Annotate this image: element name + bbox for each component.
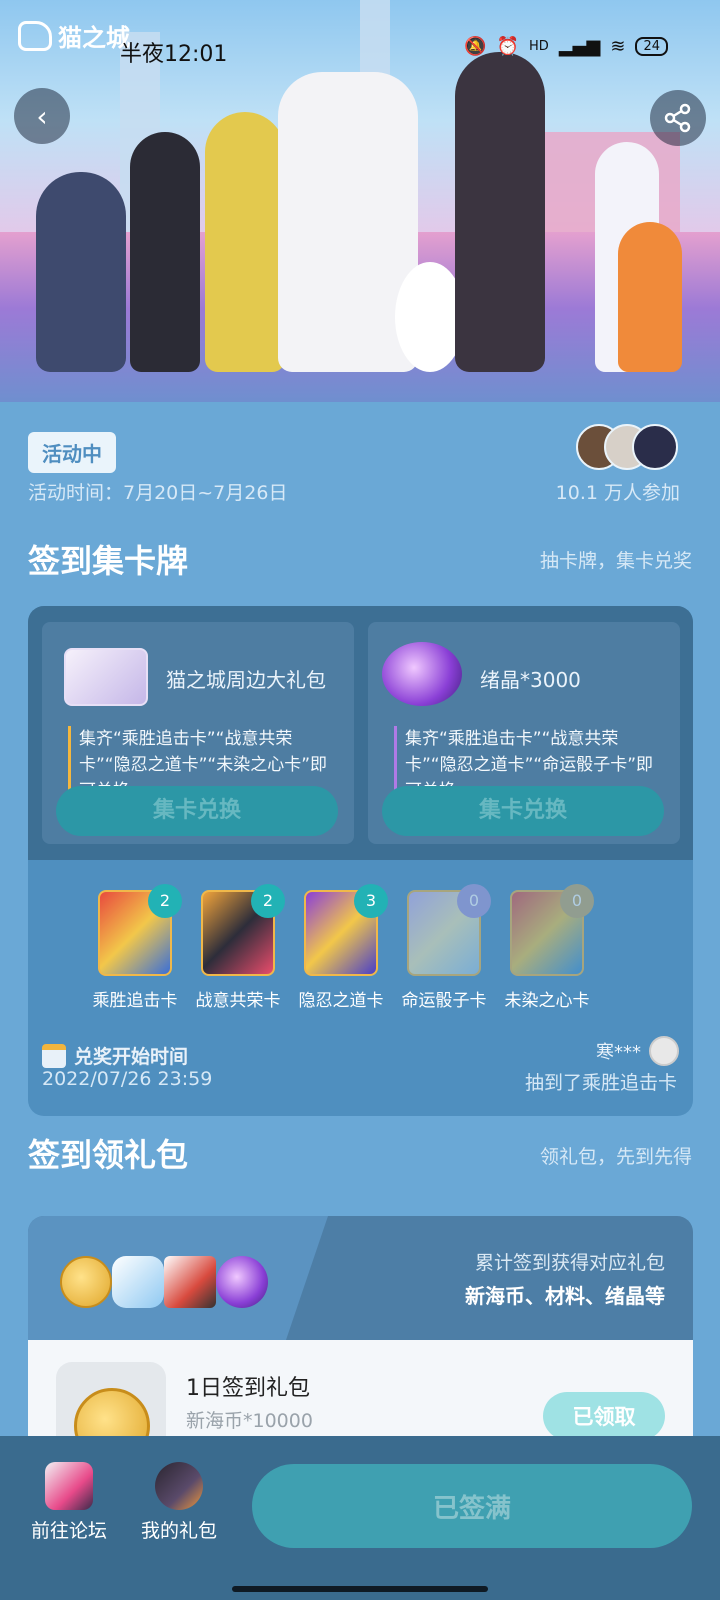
card-art: 0 (407, 884, 491, 976)
card-label: 战意共荣卡 (195, 991, 281, 1011)
card-count-badge: 2 (148, 884, 182, 918)
gift-box: 累计签到获得对应礼包 新海币、材料、绪晶等 1日签到礼包 新海币*10000 已… (28, 1216, 693, 1456)
collect-card[interactable]: 0 命运骰子卡 (399, 884, 491, 1011)
back-button[interactable]: ‹ (14, 88, 70, 144)
gift-description: 累计签到获得对应礼包 (474, 1252, 665, 1274)
my-gifts-label: 我的礼包 (140, 1520, 217, 1542)
redeem-start-label: 兑奖开始时间 (42, 1042, 188, 1069)
redeem-button[interactable]: 集卡兑换 (56, 786, 338, 836)
card-count-badge: 0 (560, 884, 594, 918)
redeem-button[interactable]: 集卡兑换 (382, 786, 664, 836)
gift-amount: 新海币*10000 (186, 1410, 313, 1432)
my-gifts-nav-button[interactable]: 我的礼包 (124, 1462, 234, 1543)
avatar (649, 1036, 679, 1066)
section-subtitle-gifts: 领礼包，先到先得 (539, 1146, 692, 1168)
card-art: 3 (304, 884, 388, 976)
card-count-badge: 2 (251, 884, 285, 918)
participant-avatars (576, 424, 680, 470)
character-5 (455, 52, 545, 372)
chevron-left-icon: ‹ (36, 99, 48, 133)
coin-icon (60, 1256, 112, 1308)
collect-card[interactable]: 0 未染之心卡 (502, 884, 594, 1011)
card-pack-icon (164, 1256, 216, 1308)
card-label: 未染之心卡 (504, 991, 590, 1011)
status-time: 半夜12:01 (120, 42, 228, 67)
status-icons: 🔕 ⏰ HD ▂▄▆ ≋ 24 (464, 36, 668, 57)
crystal-icon (216, 1256, 268, 1308)
signal-icon: HD (529, 39, 549, 54)
card-collection-box: 猫之城周边大礼包 集齐“乘胜追击卡”“战意共荣卡”“隐忍之道卡”“未染之心卡”即… (28, 606, 693, 1116)
card-label: 隐忍之道卡 (298, 991, 384, 1011)
share-icon (664, 103, 691, 133)
cat-logo-icon (18, 20, 52, 51)
card-count-badge: 3 (354, 884, 388, 918)
reward-title: 猫之城周边大礼包 (166, 668, 326, 692)
redeem-date: 2022/07/26 23:59 (42, 1068, 213, 1090)
wifi-icon: ≋ (610, 36, 626, 57)
checkin-complete-button[interactable]: 已签满 (252, 1464, 692, 1548)
battery-icon: 24 (635, 37, 668, 56)
reward-item: 绪晶*3000 集齐“乘胜追击卡”“战意共荣卡”“隐忍之道卡”“命运骰子卡”即可… (368, 622, 680, 844)
reward-title: 绪晶*3000 (480, 668, 581, 692)
collect-card[interactable]: 3 隐忍之道卡 (296, 884, 388, 1011)
hero-banner: 猫之城 半夜12:01 🔕 ⏰ HD ▂▄▆ ≋ 24 ‹ (0, 0, 720, 402)
card-label: 命运骰子卡 (401, 991, 487, 1011)
alarm-icon: ⏰ (496, 36, 520, 57)
home-indicator[interactable] (232, 1586, 488, 1592)
character-2 (130, 132, 200, 372)
draw-feed-text: 抽到了乘胜追击卡 (524, 1072, 677, 1094)
status-bar: 猫之城 半夜12:01 🔕 ⏰ HD ▂▄▆ ≋ 24 (0, 0, 720, 100)
forum-icon (45, 1462, 93, 1510)
card-label: 乘胜追击卡 (92, 991, 178, 1011)
card-count-badge: 0 (457, 884, 491, 918)
app-logo: 猫之城 (18, 18, 130, 53)
share-button[interactable] (650, 90, 706, 146)
card-art: 0 (510, 884, 594, 976)
section-subtitle-cards: 抽卡牌，集卡兑奖 (539, 550, 692, 572)
card-art: 2 (201, 884, 285, 976)
collect-card[interactable]: 2 乘胜追击卡 (90, 884, 182, 1011)
reward-list: 猫之城周边大礼包 集齐“乘胜追击卡”“战意共荣卡”“隐忍之道卡”“未染之心卡”即… (28, 606, 693, 860)
forum-nav-button[interactable]: 前往论坛 (14, 1462, 124, 1543)
event-panel: 活动中 活动时间：7月20日~7月26日 10.1 万人参加 签到集卡牌 抽卡牌… (0, 402, 720, 1456)
reward-item: 猫之城周边大礼包 集齐“乘胜追击卡”“战意共荣卡”“隐忍之道卡”“未染之心卡”即… (42, 622, 354, 844)
claimed-button[interactable]: 已领取 (543, 1392, 665, 1440)
gift-rewards-summary: 新海币、材料、绪晶等 (465, 1284, 665, 1308)
crystal-icon (382, 642, 462, 706)
gift-bag-icon (155, 1462, 203, 1510)
section-title-gifts: 签到领礼包 (28, 1136, 189, 1174)
bottom-bar: 前往论坛 我的礼包 已签满 (0, 1436, 720, 1600)
character-3 (205, 112, 285, 372)
avatar (632, 424, 678, 470)
card-art: 2 (98, 884, 182, 976)
mute-icon: 🔕 (464, 36, 487, 57)
character-1 (36, 172, 126, 372)
calendar-icon (42, 1043, 66, 1068)
character-7 (618, 222, 682, 372)
forum-label: 前往论坛 (30, 1520, 107, 1542)
redeem-label-text: 兑奖开始时间 (74, 1046, 189, 1068)
event-time: 活动时间：7月20日~7月26日 (28, 482, 288, 504)
gift-box-icon (64, 648, 148, 706)
status-badge: 活动中 (28, 432, 116, 473)
draw-feed-user: 寒*** (596, 1036, 679, 1066)
section-title-cards: 签到集卡牌 (28, 542, 189, 580)
signal-bars-icon: ▂▄▆ (558, 36, 601, 57)
collect-card[interactable]: 2 战意共荣卡 (193, 884, 285, 1011)
feed-username: 寒*** (596, 1042, 641, 1063)
gift-name: 1日签到礼包 (186, 1376, 310, 1401)
material-icon (112, 1256, 164, 1308)
participant-count: 10.1 万人参加 (555, 482, 680, 504)
